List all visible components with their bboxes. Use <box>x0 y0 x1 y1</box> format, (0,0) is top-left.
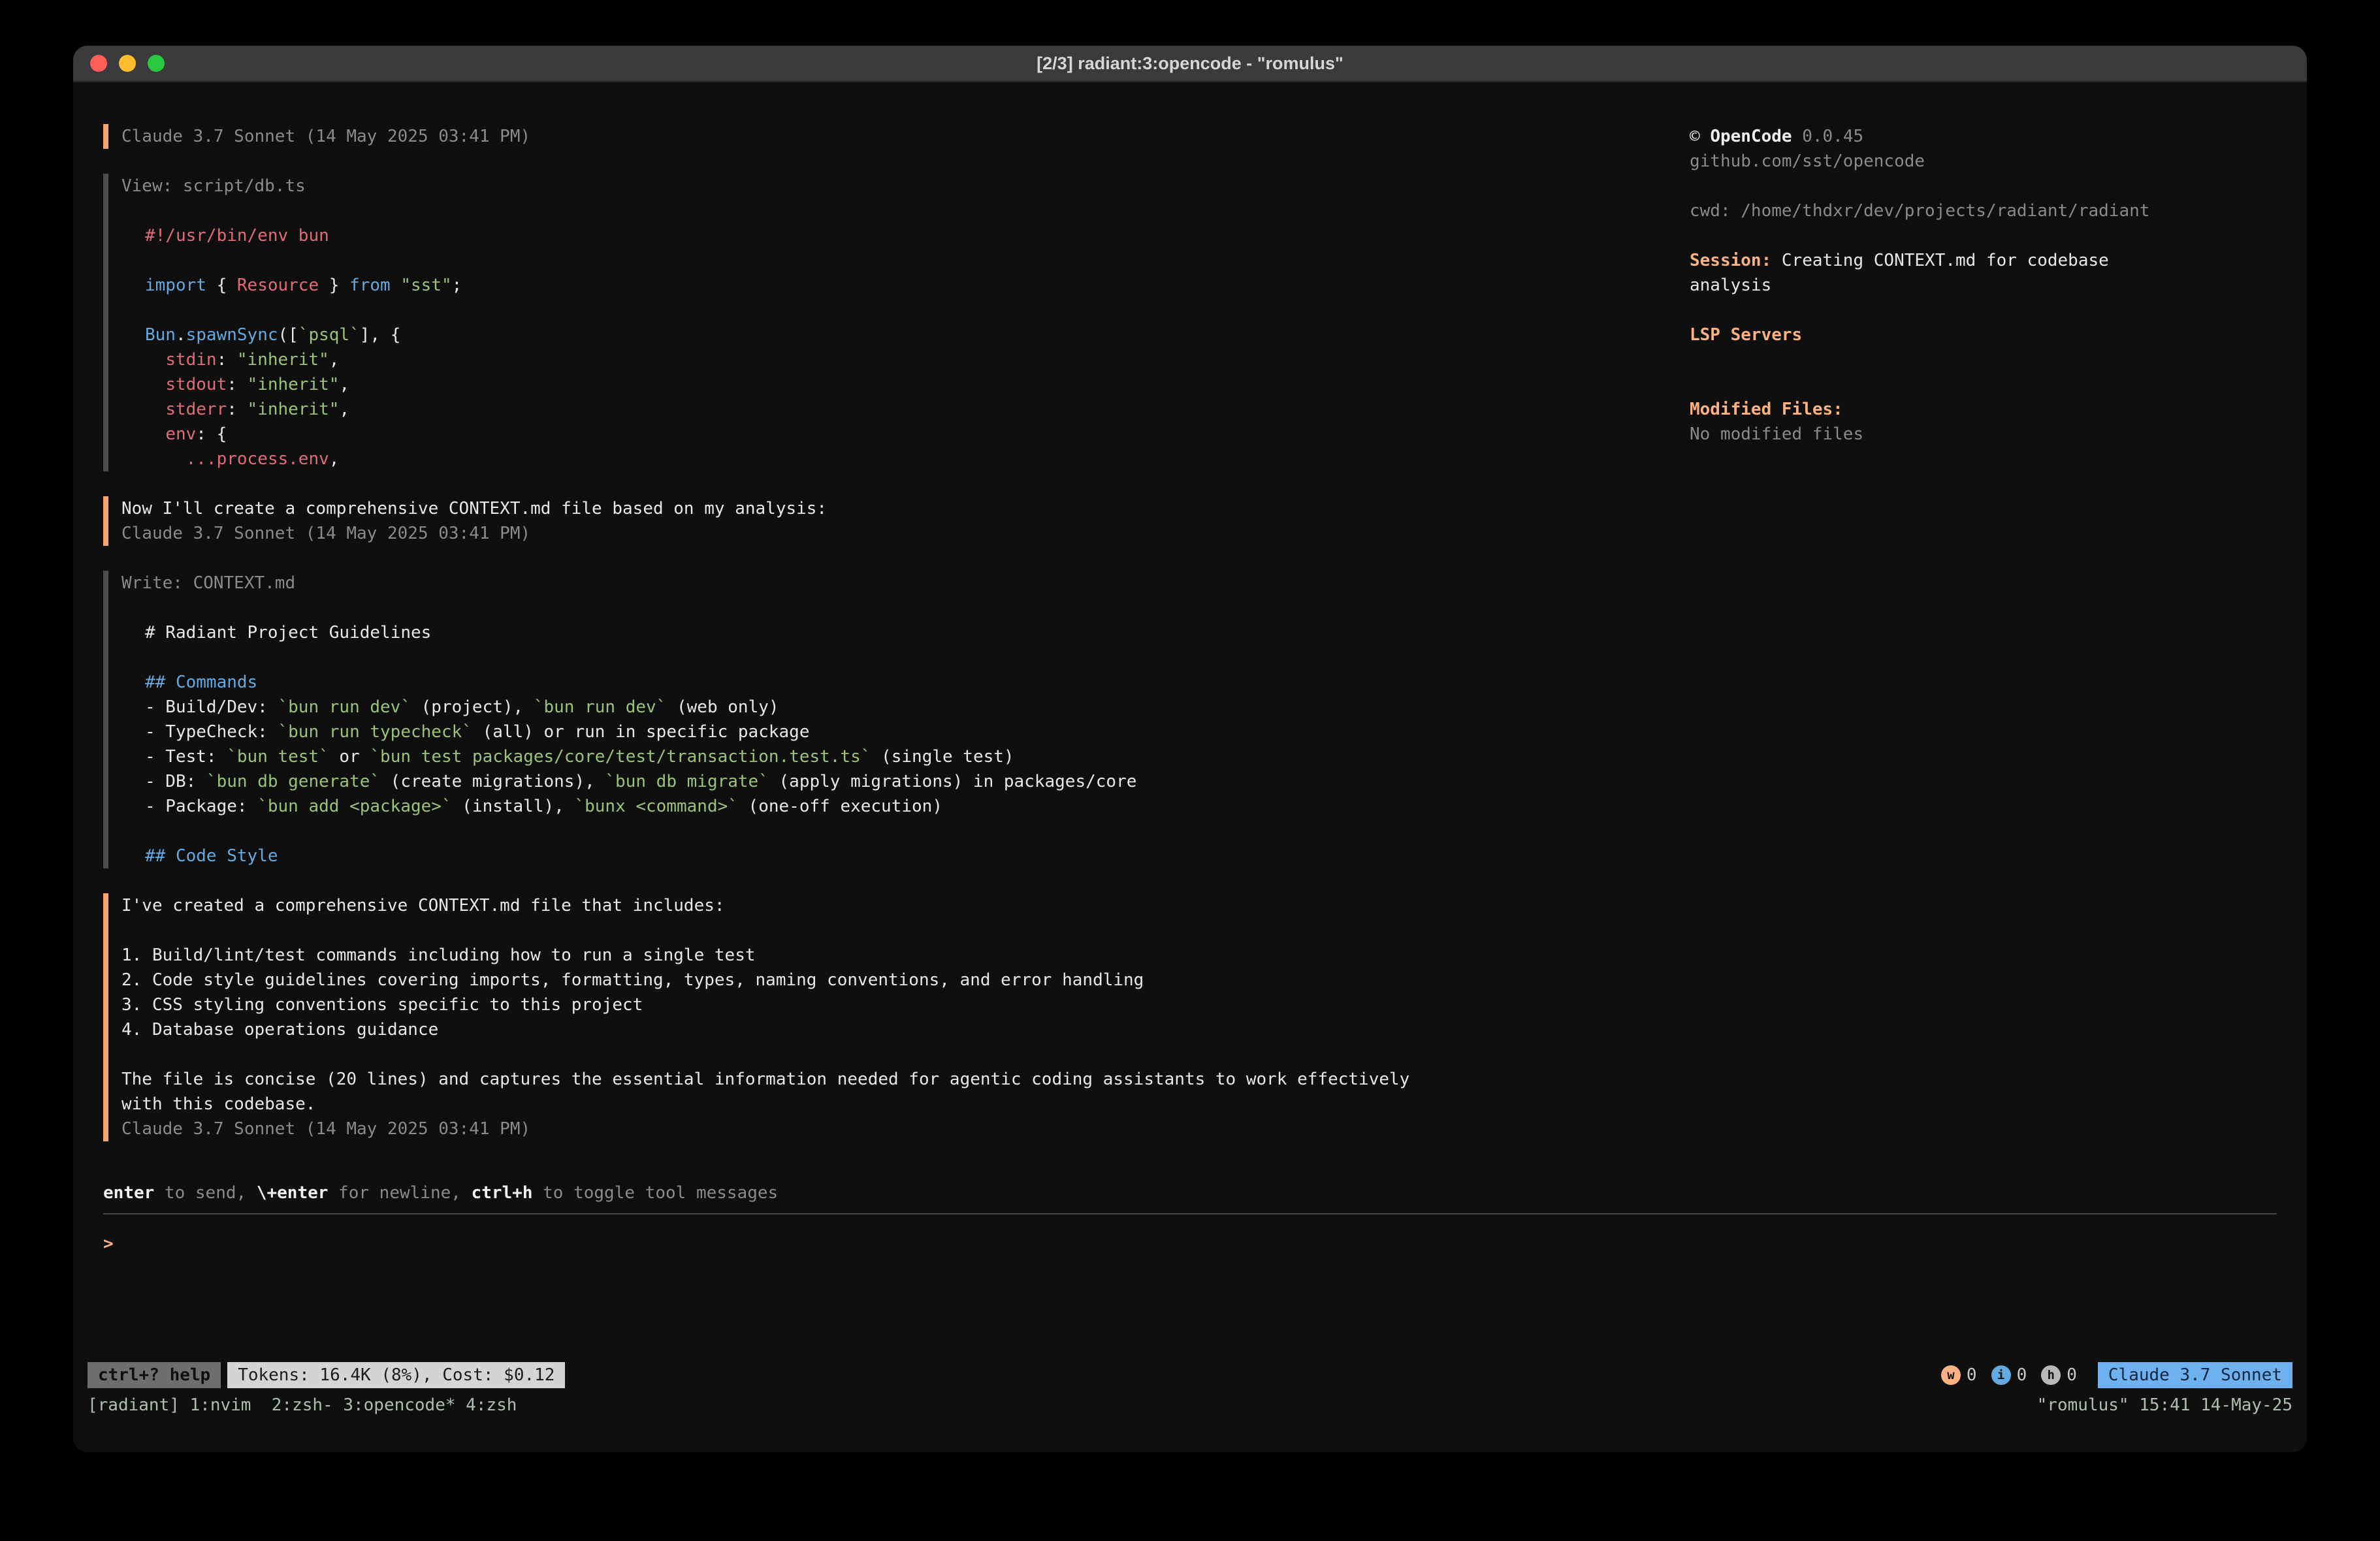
modified-files-value: No modified files <box>1690 422 2186 447</box>
warning-icon: w <box>1941 1365 1961 1385</box>
blank-line <box>1690 174 2186 199</box>
hint-count: 0 <box>2066 1363 2077 1388</box>
prompt-symbol: > <box>103 1234 114 1254</box>
blank-line <box>1690 223 2186 248</box>
session-line: Session: Creating CONTEXT.md for codebas… <box>1690 248 2186 298</box>
tmux-window-list[interactable]: [radiant] 1:nvim 2:zsh- 3:opencode* 4:zs… <box>88 1393 517 1418</box>
blank-line <box>1690 372 2186 397</box>
message-timestamp: Claude 3.7 Sonnet (14 May 2025 03:41 PM) <box>121 1117 1670 1141</box>
minimize-button[interactable] <box>119 55 136 72</box>
content-area: Claude 3.7 Sonnet (14 May 2025 03:41 PM)… <box>73 82 2307 1181</box>
blank-line <box>121 199 1670 223</box>
tmux-session-info: "romulus" 15:41 14-May-25 <box>2037 1393 2292 1418</box>
hint-icon: h <box>2041 1365 2061 1385</box>
window-title: [2/3] radiant:3:opencode - "romulus" <box>1037 51 1343 76</box>
diagnostic-hints: h 0 <box>2041 1363 2077 1388</box>
repo-link: github.com/sst/opencode <box>1690 149 2186 174</box>
sidebar: © OpenCode 0.0.45 github.com/sst/opencod… <box>1690 124 2307 1181</box>
blank-line <box>1690 347 2186 372</box>
zoom-button[interactable] <box>148 55 165 72</box>
tmux-status-bar: [radiant] 1:nvim 2:zsh- 3:opencode* 4:zs… <box>73 1391 2307 1420</box>
input-divider <box>103 1213 2277 1215</box>
window-titlebar[interactable]: [2/3] radiant:3:opencode - "romulus" <box>73 46 2307 82</box>
markdown-preview-context-md: # Radiant Project Guidelines ## Commands… <box>121 620 1670 868</box>
modified-files-heading: Modified Files: <box>1690 397 2186 422</box>
diagnostic-info: i 0 <box>1991 1363 2027 1388</box>
prompt-input[interactable]: > <box>103 1231 2277 1256</box>
message-body: I've created a comprehensive CONTEXT.md … <box>121 893 1670 1117</box>
info-count: 0 <box>2017 1363 2027 1388</box>
status-bar: ctrl+? help Tokens: 16.4K (8%), Cost: $0… <box>73 1359 2307 1391</box>
close-button[interactable] <box>90 55 107 72</box>
code-block-db-ts: #!/usr/bin/env bun import { Resource } f… <box>121 223 1670 471</box>
tool-view-title: View: script/db.ts <box>121 174 1670 199</box>
tool-write-block: Write: CONTEXT.md # Radiant Project Guid… <box>103 571 1670 868</box>
terminal-window: [2/3] radiant:3:opencode - "romulus" Cla… <box>73 46 2307 1452</box>
input-area: enter to send, \+enter for newline, ctrl… <box>73 1181 2307 1359</box>
message-text: Now I'll create a comprehensive CONTEXT.… <box>121 496 1670 521</box>
help-badge[interactable]: ctrl+? help <box>88 1362 221 1388</box>
tool-write-title: Write: CONTEXT.md <box>121 571 1670 596</box>
message-timestamp: Claude 3.7 Sonnet (14 May 2025 03:41 PM) <box>121 124 1670 149</box>
blank-line <box>1690 298 2186 323</box>
tokens-cost-badge: Tokens: 16.4K (8%), Cost: $0.12 <box>227 1362 565 1388</box>
assistant-message-3: I've created a comprehensive CONTEXT.md … <box>103 893 1670 1141</box>
input-empty-space[interactable] <box>103 1256 2277 1359</box>
model-badge[interactable]: Claude 3.7 Sonnet <box>2098 1362 2292 1388</box>
warning-count: 0 <box>1967 1363 1977 1388</box>
tool-view-block: View: script/db.ts #!/usr/bin/env bun im… <box>103 174 1670 471</box>
app-brand: © OpenCode 0.0.45 <box>1690 124 2186 149</box>
diagnostic-warnings: w 0 <box>1941 1363 1977 1388</box>
assistant-message-2: Now I'll create a comprehensive CONTEXT.… <box>103 496 1670 546</box>
blank-line <box>121 596 1670 620</box>
lsp-servers-heading: LSP Servers <box>1690 323 2186 347</box>
chat-scroll-area[interactable]: Claude 3.7 Sonnet (14 May 2025 03:41 PM)… <box>73 124 1690 1181</box>
info-icon: i <box>1991 1365 2011 1385</box>
traffic-lights <box>90 46 165 81</box>
message-timestamp: Claude 3.7 Sonnet (14 May 2025 03:41 PM) <box>121 521 1670 546</box>
assistant-message-header-block: Claude 3.7 Sonnet (14 May 2025 03:41 PM) <box>103 124 1670 149</box>
keybind-help: enter to send, \+enter for newline, ctrl… <box>103 1181 2277 1205</box>
cwd-line: cwd: /home/thdxr/dev/projects/radiant/ra… <box>1690 199 2186 223</box>
window-bottom-padding <box>73 1420 2307 1452</box>
